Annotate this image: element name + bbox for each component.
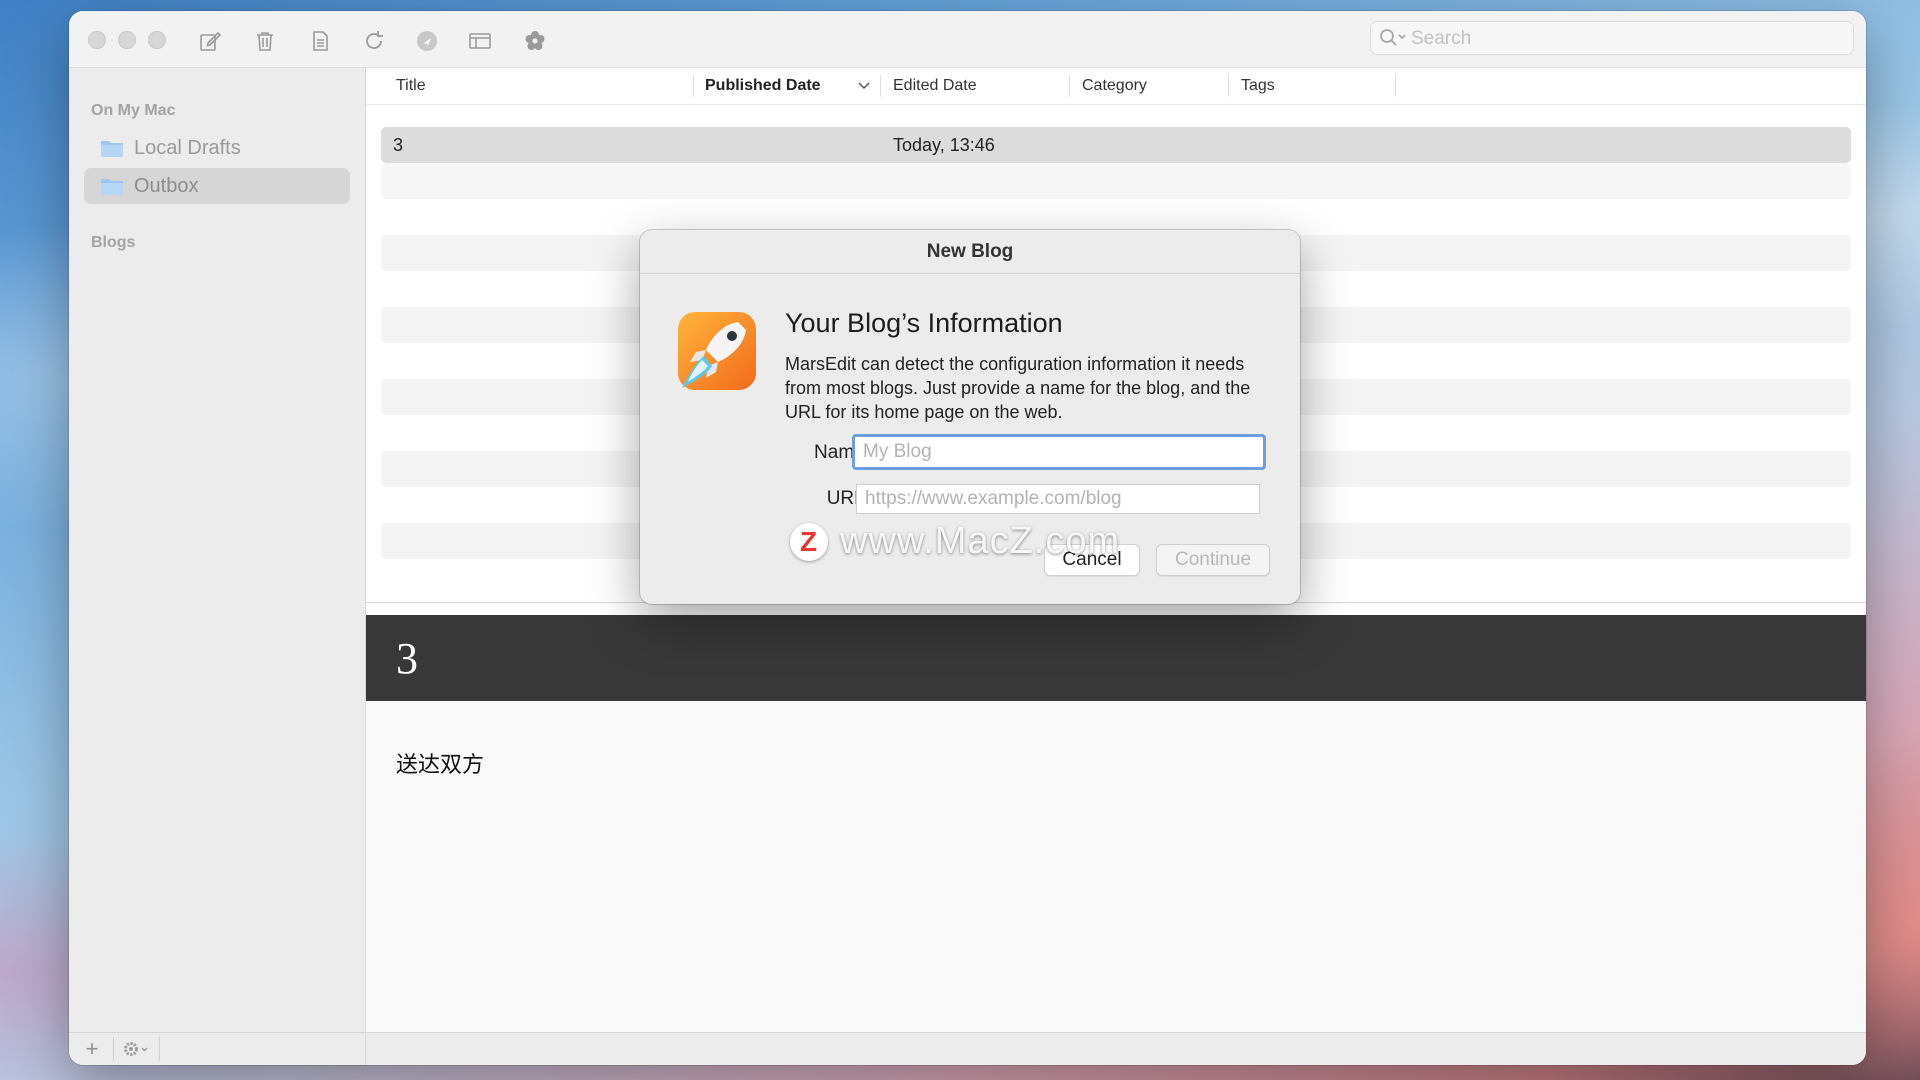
minimize-window-button[interactable] xyxy=(118,31,136,49)
sidebar: On My Mac Local Drafts Outbox Blogs + xyxy=(69,68,366,1065)
sidebar-section-on-my-mac: On My Mac xyxy=(91,102,176,119)
column-header-edited-date[interactable]: Edited Date xyxy=(893,68,977,104)
search-input[interactable] xyxy=(1409,26,1843,52)
sidebar-item-label: Local Drafts xyxy=(134,136,241,159)
folder-icon xyxy=(101,179,123,195)
cell-title: 3 xyxy=(393,134,404,155)
compose-icon[interactable] xyxy=(196,27,224,55)
column-header-title[interactable]: Title xyxy=(396,68,426,104)
column-header-tags[interactable]: Tags xyxy=(1241,68,1275,104)
preview-title: 3 xyxy=(396,634,418,683)
add-blog-button[interactable]: + xyxy=(77,1033,107,1065)
gear-menu-button[interactable] xyxy=(119,1033,155,1065)
new-blog-dialog: New Blog Your Blog’s Information MarsEdi… xyxy=(640,230,1300,604)
column-divider xyxy=(1395,75,1396,97)
column-divider xyxy=(880,75,881,97)
column-divider xyxy=(1228,75,1229,97)
folder-icon xyxy=(101,141,123,157)
watermark-text: www.MacZ.com xyxy=(840,520,1121,562)
blog-url-input[interactable] xyxy=(856,484,1260,514)
divider xyxy=(159,1037,160,1061)
preview-body: 送达双方 xyxy=(366,701,1866,1033)
sort-chevron-down-icon xyxy=(858,82,870,90)
dialog-heading: Your Blog’s Information xyxy=(785,308,1063,338)
blog-name-input[interactable] xyxy=(852,434,1266,470)
table-row[interactable]: 3 Today, 13:46 xyxy=(381,127,1851,163)
trash-icon[interactable] xyxy=(251,27,279,55)
gear-icon xyxy=(124,1042,148,1056)
preview-text: 送达双方 xyxy=(396,753,485,778)
main-bottom-bar xyxy=(366,1032,1866,1065)
watermark: Z www.MacZ.com xyxy=(790,520,1120,563)
document-icon[interactable] xyxy=(306,27,334,55)
window-toolbar xyxy=(69,11,1866,68)
settings-flower-icon[interactable] xyxy=(521,27,549,55)
preview-title-bar: 3 xyxy=(366,615,1866,701)
sidebar-section-blogs: Blogs xyxy=(91,234,136,251)
publish-icon[interactable] xyxy=(413,27,441,55)
dialog-description: MarsEdit can detect the configuration in… xyxy=(785,354,1251,422)
dialog-title: New Blog xyxy=(640,230,1300,274)
cell-edited-date: Today, 13:46 xyxy=(893,134,995,155)
watermark-logo: Z xyxy=(790,522,828,561)
zoom-window-button[interactable] xyxy=(148,31,166,49)
layout-icon[interactable] xyxy=(466,27,494,55)
empty-row xyxy=(381,163,1851,199)
sidebar-item-outbox[interactable]: Outbox xyxy=(84,168,350,204)
sidebar-bottom-bar: + xyxy=(69,1032,365,1065)
column-header-published-date[interactable]: Published Date xyxy=(705,68,821,104)
sidebar-item-local-drafts[interactable]: Local Drafts xyxy=(84,130,350,166)
close-window-button[interactable] xyxy=(88,31,106,49)
search-field[interactable] xyxy=(1370,21,1854,55)
continue-button[interactable]: Continue xyxy=(1156,544,1270,576)
column-divider xyxy=(1069,75,1070,97)
search-icon xyxy=(1379,28,1407,48)
column-divider xyxy=(693,75,694,97)
refresh-icon[interactable] xyxy=(360,27,388,55)
column-header-category[interactable]: Category xyxy=(1082,68,1147,104)
sidebar-item-label: Outbox xyxy=(134,174,199,197)
posts-table-header: Title Published Date Edited Date Categor… xyxy=(366,68,1866,105)
divider xyxy=(113,1037,114,1061)
marsedit-rocket-app-icon xyxy=(678,312,756,390)
